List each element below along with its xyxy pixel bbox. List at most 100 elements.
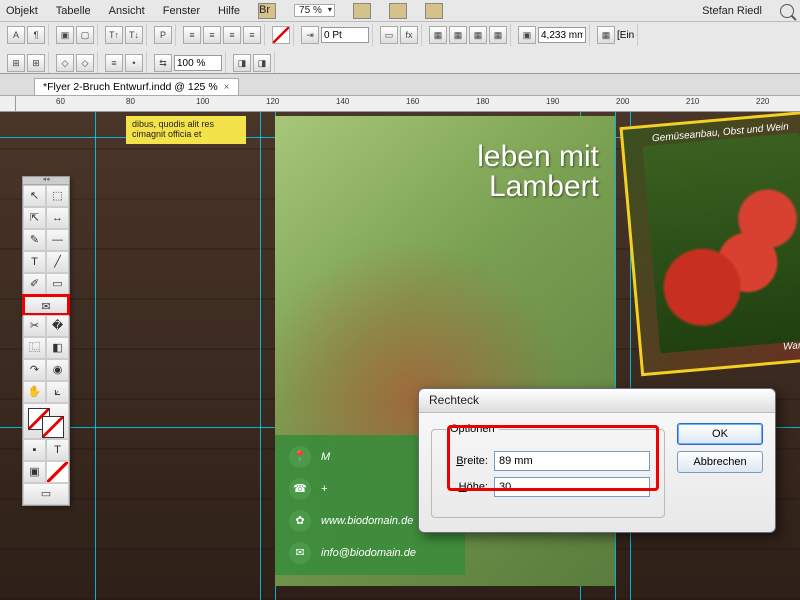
ruler-tick: 160 (406, 97, 419, 106)
no-stroke-icon[interactable] (272, 26, 290, 44)
guide-vertical[interactable] (260, 112, 261, 600)
align3-icon[interactable]: ≡ (223, 26, 241, 44)
tools-panel-grip[interactable]: ◂◂ (23, 177, 69, 185)
control-strip: A¶ ▣▢ T↑T↓ P ≡≡≡≡ ⇥ ▭fx ▦▦▦▦ ▣ ▦[Ein ⊞⊞ … (0, 22, 800, 74)
eyedropper-tool[interactable]: ◉ (46, 359, 69, 381)
grid-icon[interactable]: ▦ (597, 26, 615, 44)
bridge-icon[interactable]: Br (258, 3, 276, 19)
apply-color-icon[interactable]: ▪ (23, 439, 46, 461)
gap-tool[interactable]: ↔ (46, 207, 69, 229)
menu-ansicht[interactable]: Ansicht (109, 5, 145, 17)
close-tab-icon[interactable]: × (224, 82, 230, 93)
free-transform-tool[interactable]: �⿻ (46, 315, 69, 337)
wrap2-icon[interactable]: ▦ (449, 26, 467, 44)
superscript-icon[interactable]: T↑ (105, 26, 123, 44)
transform2-icon[interactable]: ◨ (253, 54, 271, 72)
ruler-origin[interactable] (0, 96, 16, 112)
content-collector-tool[interactable]: ✎ (23, 229, 46, 251)
bullet-icon[interactable]: • (125, 54, 143, 72)
arrange-icon[interactable] (425, 3, 443, 19)
pin-icon: 📍 (289, 446, 311, 468)
normal-view-icon[interactable]: ▣ (23, 461, 46, 483)
subscript-icon[interactable]: T↓ (125, 26, 143, 44)
align1-icon[interactable]: ≡ (183, 26, 201, 44)
fill-swatch[interactable]: ▣ (56, 26, 74, 44)
wrap1-icon[interactable]: ▦ (429, 26, 447, 44)
width-input[interactable] (494, 451, 650, 471)
fx-icon[interactable]: fx (400, 26, 418, 44)
indent-icon[interactable]: ⇥ (301, 26, 319, 44)
wrap4-icon[interactable]: ▦ (489, 26, 507, 44)
line-tool[interactable]: ╱ (46, 251, 69, 273)
zoom-tool[interactable]: ⟀ (46, 381, 69, 403)
menu-tabelle[interactable]: Tabelle (56, 5, 91, 17)
ein-label: [Ein (617, 30, 634, 41)
ruler-tick: 180 (476, 97, 489, 106)
zoom-level-dropdown[interactable]: 75 % (294, 4, 335, 17)
size-input[interactable] (538, 27, 586, 43)
menu-objekt[interactable]: Objekt (6, 5, 38, 17)
type-tool[interactable]: T (23, 251, 46, 273)
corner-icon[interactable]: ▭ (380, 26, 398, 44)
wrap3-icon[interactable]: ▦ (469, 26, 487, 44)
height-input[interactable] (494, 477, 650, 497)
align2-icon[interactable]: ≡ (203, 26, 221, 44)
globe-icon: ✿ (289, 510, 311, 532)
note-tool[interactable]: ↷ (23, 359, 46, 381)
horizontal-ruler[interactable]: 60 80 100 120 140 160 180 190 200 210 22… (16, 96, 800, 112)
tools-panel[interactable]: ◂◂ ↖ ⬚ ⇱ ↔ ✎ — T ╱ ✐ ▭ ✉ ✂ �⿻ ⿺ ◧ ↷ ◉ ✋ … (22, 176, 70, 506)
ruler-tick: 220 (756, 97, 769, 106)
view-mode-icon[interactable] (353, 3, 371, 19)
opentype-icon[interactable]: P (154, 26, 172, 44)
fit-icon[interactable]: ▣ (518, 26, 536, 44)
para-panel-icon[interactable]: ¶ (27, 26, 45, 44)
view-mode-toggle[interactable]: ▭ (23, 483, 69, 505)
hand-tool[interactable]: ✋ (23, 381, 46, 403)
content-placer-tool[interactable]: — (46, 229, 69, 251)
pathop1-icon[interactable]: ◇ (56, 54, 74, 72)
apply-text-icon[interactable]: T (46, 439, 69, 461)
document-tab-label: *Flyer 2-Bruch Entwurf.indd @ 125 % (43, 81, 218, 93)
vegetable-banner[interactable]: Gemüseanbau, Obst und Wein Waren au (619, 112, 800, 376)
pencil-tool[interactable]: ▭ (46, 273, 69, 295)
width-label: Breite: (446, 455, 488, 467)
align4-icon[interactable]: ≡ (243, 26, 261, 44)
gradient-swatch-tool[interactable]: ⿺ (23, 337, 46, 359)
tab-icon[interactable]: ⇆ (154, 54, 172, 72)
phone-icon: ☎ (289, 478, 311, 500)
search-icon[interactable] (780, 4, 794, 18)
banner-caption-bottom: Waren au (783, 338, 800, 353)
dialog-titlebar[interactable]: Rechteck (419, 389, 775, 413)
menubar: Objekt Tabelle Ansicht Fenster Hilfe Br … (0, 0, 800, 22)
stroke-swatch[interactable]: ▢ (76, 26, 94, 44)
direct-selection-tool[interactable]: ⬚ (46, 185, 69, 207)
anchor1-icon[interactable]: ⊞ (7, 54, 25, 72)
menu-hilfe[interactable]: Hilfe (218, 5, 240, 17)
screen-mode-icon[interactable] (389, 3, 407, 19)
cancel-button[interactable]: Abbrechen (677, 451, 763, 473)
page-tool[interactable]: ⇱ (23, 207, 46, 229)
guide-vertical[interactable] (95, 112, 96, 600)
char-panel-icon[interactable]: A (7, 26, 25, 44)
ok-button[interactable]: OK (677, 423, 763, 445)
ruler-tick: 80 (126, 97, 135, 106)
gradient-feather-tool[interactable]: ◧ (46, 337, 69, 359)
transform1-icon[interactable]: ◨ (233, 54, 251, 72)
user-name[interactable]: Stefan Riedl (702, 5, 762, 17)
menu-fenster[interactable]: Fenster (163, 5, 200, 17)
rectangle-frame-tool[interactable]: ✉ (22, 294, 70, 316)
selection-tool[interactable]: ↖ (23, 185, 46, 207)
scissors-tool[interactable]: ✂ (23, 315, 46, 337)
document-tab[interactable]: *Flyer 2-Bruch Entwurf.indd @ 125 % × (34, 78, 239, 95)
fill-stroke-swatch[interactable] (23, 403, 69, 439)
pen-tool[interactable]: ✐ (23, 273, 46, 295)
percent-input[interactable] (174, 55, 222, 71)
pathop2-icon[interactable]: ◇ (76, 54, 94, 72)
yellow-note[interactable]: dibus, quodis alit res cimagnit officia … (126, 116, 246, 144)
preview-view-icon[interactable] (46, 461, 69, 483)
list-icon[interactable]: ≡ (105, 54, 123, 72)
document-tab-bar: *Flyer 2-Bruch Entwurf.indd @ 125 % × (0, 74, 800, 96)
anchor2-icon[interactable]: ⊞ (27, 54, 45, 72)
stroke-weight-input[interactable] (321, 27, 369, 43)
ruler-tick: 210 (686, 97, 699, 106)
